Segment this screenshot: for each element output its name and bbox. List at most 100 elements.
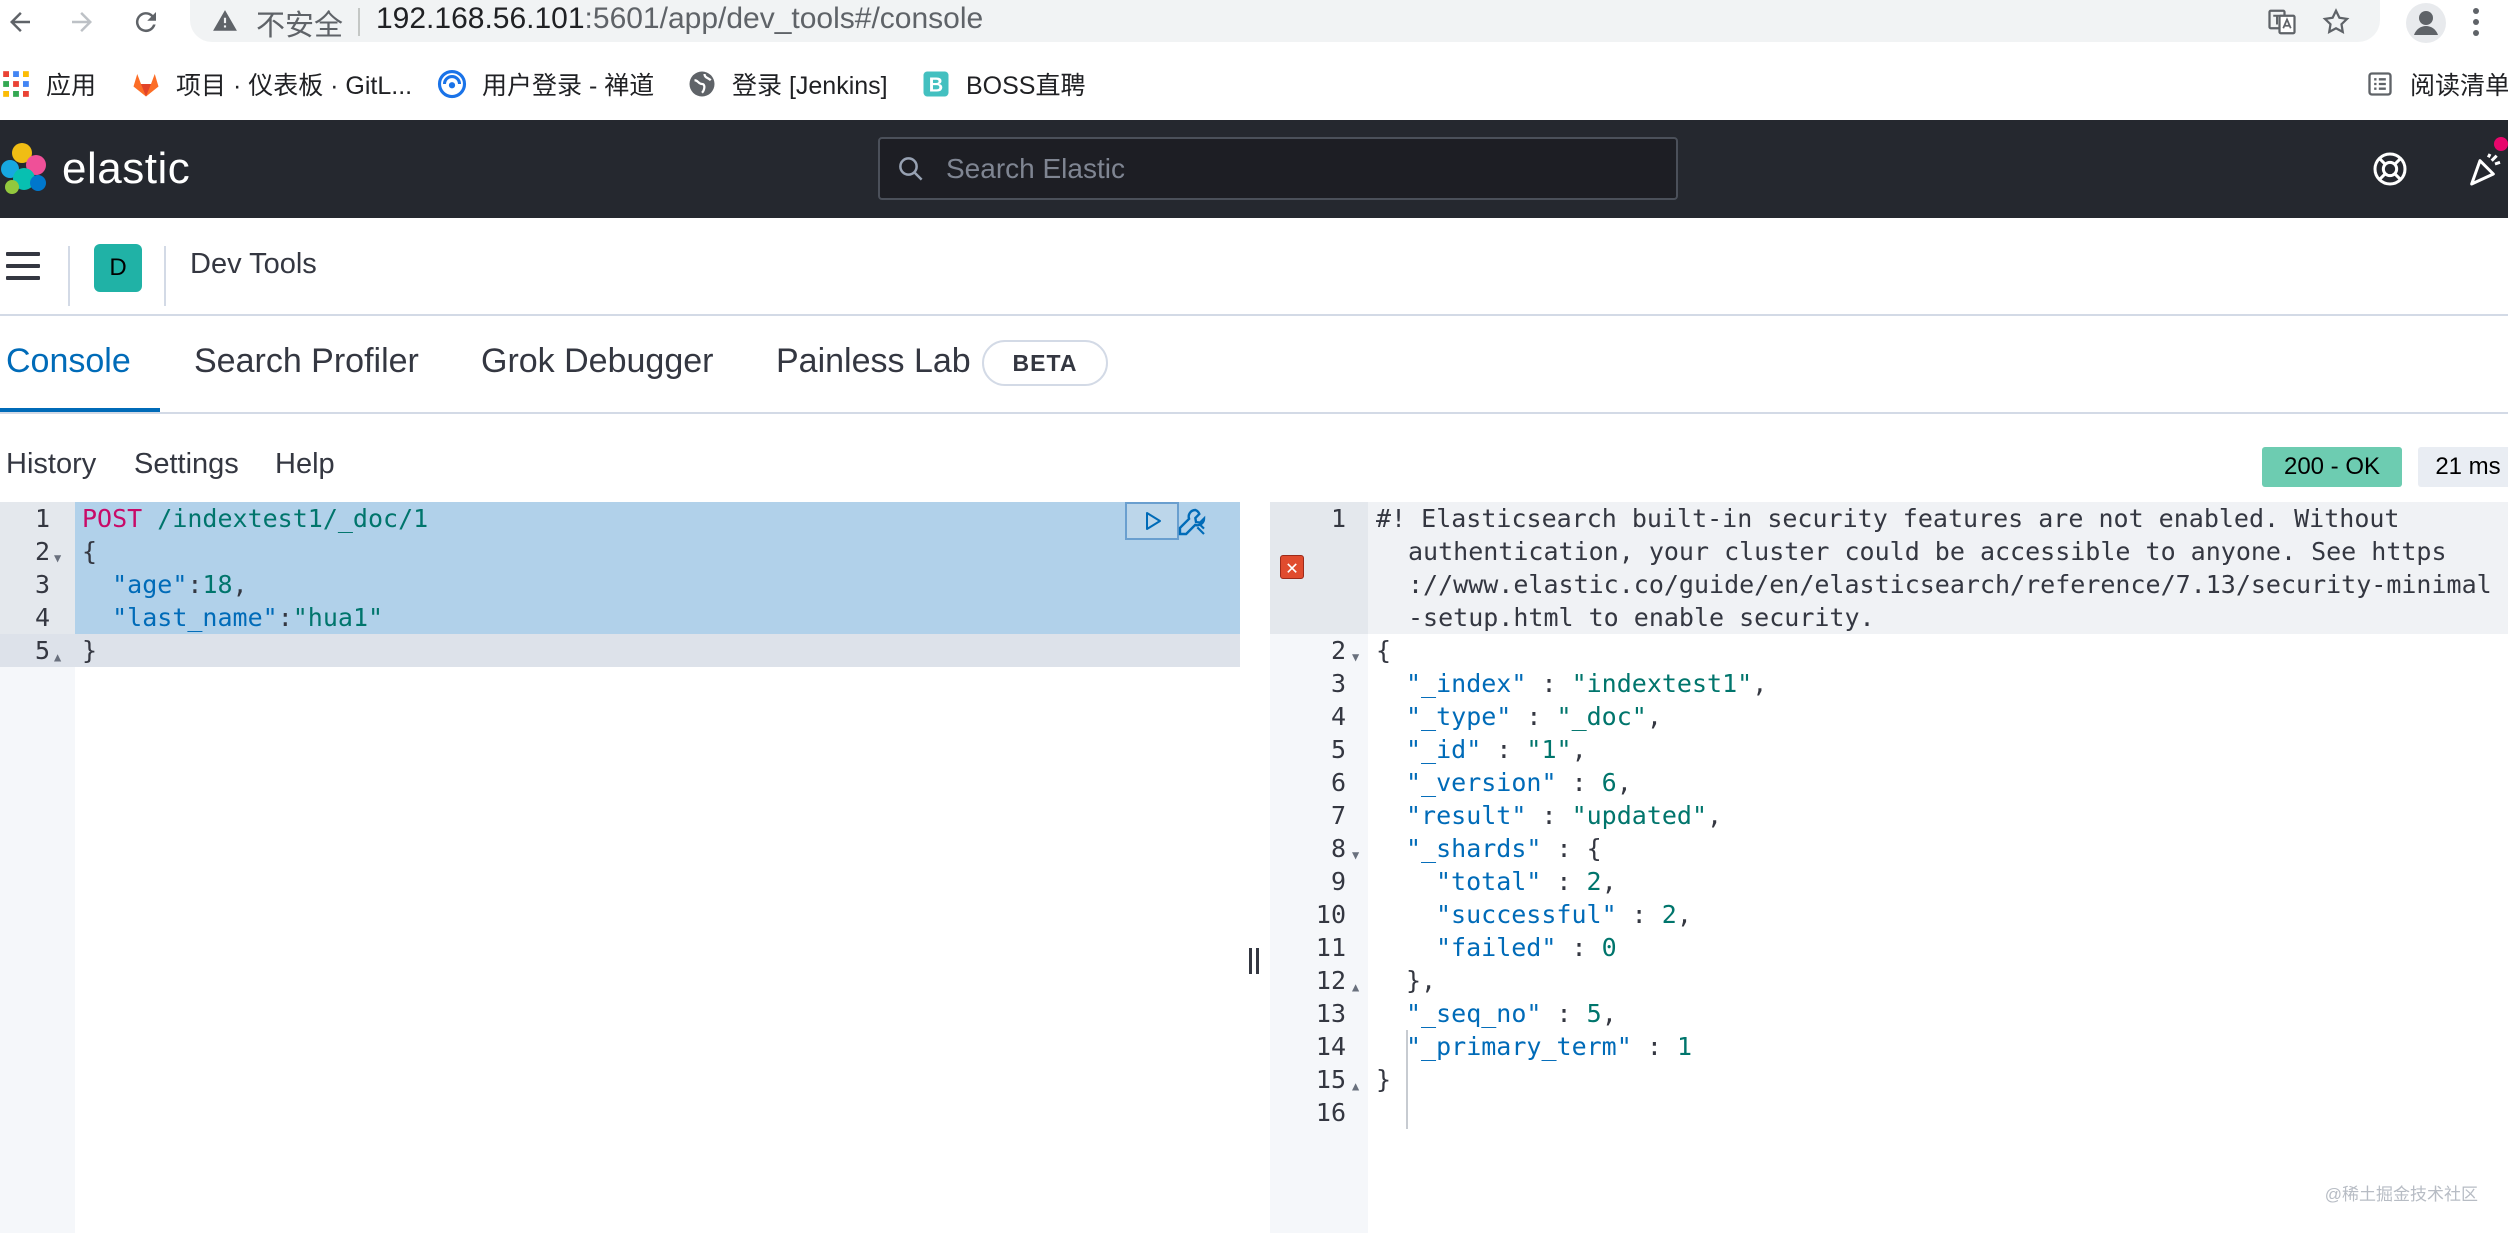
json-colon: :	[1631, 1032, 1677, 1061]
error-marker-icon[interactable]: ✕	[1280, 555, 1304, 579]
fold-toggle-icon[interactable]: ▲	[1352, 971, 1359, 1004]
nav-menu-button[interactable]	[6, 252, 40, 280]
party-popper-icon	[2470, 153, 2501, 186]
help-menu-button[interactable]	[2370, 149, 2410, 189]
fold-toggle-icon[interactable]: ▲	[1352, 1070, 1359, 1103]
grip-line	[1256, 948, 1259, 974]
tab-grok-debugger[interactable]: Grok Debugger	[481, 342, 713, 381]
url-path: :5601/app/dev_tools#/console	[584, 2, 984, 35]
json-colon: :	[1616, 900, 1662, 929]
tab-search-profiler[interactable]: Search Profiler	[194, 342, 419, 381]
tab-console[interactable]: Console	[6, 342, 131, 381]
request-path: /indextest1/_doc/1	[142, 504, 429, 533]
globe-icon	[686, 68, 718, 100]
translate-button[interactable]	[2264, 4, 2300, 40]
line-number: 2	[34, 537, 50, 566]
news-feed-button[interactable]	[2465, 147, 2505, 191]
json-colon: :	[1526, 801, 1572, 830]
search-input[interactable]	[944, 147, 1648, 191]
breadcrumb[interactable]: Dev Tools	[190, 248, 317, 281]
warning-icon	[213, 10, 237, 31]
json-value: 5	[1586, 999, 1602, 1028]
line-number: 5	[34, 636, 50, 665]
bookmark-apps[interactable]: 应用	[0, 66, 96, 102]
space-avatar[interactable]: D	[94, 244, 142, 292]
resize-grip-icon[interactable]	[1249, 948, 1261, 974]
line-number: 8	[1330, 834, 1346, 863]
global-search[interactable]	[878, 137, 1678, 200]
json-comma: ,	[1616, 768, 1632, 797]
bookmark-gitlab[interactable]: 项目 · 仪表板 · GitL...	[130, 66, 412, 102]
brand-name: elastic	[62, 144, 191, 193]
json-key: "_index"	[1406, 669, 1527, 698]
security-label[interactable]: 不安全	[256, 2, 343, 44]
bookmark-zentao[interactable]: 用户登录 - 禅道	[436, 66, 654, 102]
json-value: 2	[1586, 867, 1602, 896]
pane-resizer[interactable]	[1240, 502, 1270, 1233]
code-line: }	[1376, 1065, 1392, 1094]
line-number: 10	[1315, 900, 1346, 929]
bookmark-label: 用户登录 - 禅道	[482, 72, 655, 100]
back-button[interactable]	[0, 2, 40, 42]
kibana-header: elastic	[0, 120, 2508, 218]
line-number: 2	[1330, 636, 1346, 665]
response-output[interactable]: ✕ 1 #! Elasticsearch built-in security f…	[1270, 502, 2508, 1233]
code-line[interactable]: "last_name":"hua1"	[82, 601, 383, 634]
json-comma: ,	[1707, 801, 1723, 830]
json-value: 1	[1676, 1032, 1692, 1061]
fold-toggle-icon[interactable]: ▲	[54, 641, 61, 674]
line-number: 15	[1315, 1065, 1346, 1094]
json-value: {	[1586, 834, 1602, 863]
forward-button[interactable]	[62, 2, 102, 42]
json-key: "successful"	[1436, 900, 1617, 929]
help-link[interactable]: Help	[275, 448, 335, 481]
code-line: "_type" : "_doc",	[1406, 700, 1662, 733]
json-comma: ,	[1646, 702, 1662, 731]
fold-toggle-icon[interactable]: ▼	[1352, 641, 1359, 674]
gitlab-icon	[130, 68, 162, 100]
send-request-button[interactable]	[1125, 502, 1179, 540]
zentao-icon	[436, 68, 468, 100]
history-link[interactable]: History	[6, 448, 96, 481]
code-line: "total" : 2,	[1436, 865, 1617, 898]
code-line[interactable]: }	[82, 634, 97, 667]
address-bar[interactable]: 不安全 192.168.56.101:5601/app/dev_tools#/c…	[190, 0, 2380, 42]
json-key: "result"	[1406, 801, 1527, 830]
settings-link[interactable]: Settings	[134, 448, 239, 481]
console-toolbar: History Settings Help 200 - OK 21 ms	[0, 414, 2508, 500]
json-colon: :	[277, 603, 293, 632]
code-line[interactable]: "age":18,	[82, 568, 248, 601]
browser-menu-button[interactable]	[2466, 2, 2486, 42]
json-colon: :	[1541, 834, 1587, 863]
tab-painless-lab[interactable]: Painless Lab	[776, 342, 971, 381]
beta-badge: BETA	[982, 340, 1108, 386]
active-line-highlight	[0, 634, 1240, 667]
fold-toggle-icon[interactable]: ▼	[1352, 839, 1359, 872]
reading-list-button[interactable]: 阅读清单	[2364, 66, 2508, 102]
elastic-home-link[interactable]: elastic	[0, 142, 190, 196]
reload-button[interactable]	[126, 2, 166, 42]
request-editor[interactable]: 1 POST /indextest1/_doc/1 2 ▼ { 3 "age":…	[0, 502, 1240, 1233]
boss-icon: B	[920, 68, 952, 100]
code-line[interactable]: {	[82, 535, 97, 568]
bookmarks-bar: 应用 项目 · 仪表板 · GitL... 用户登录 - 禅道 登录 [Jenk…	[0, 48, 2508, 120]
divider	[68, 246, 70, 306]
fold-toggle-icon[interactable]: ▼	[54, 542, 61, 575]
bookmark-jenkins[interactable]: 登录 [Jenkins]	[686, 66, 888, 102]
request-actions-button[interactable]	[1174, 504, 1210, 540]
line-number: 5	[1330, 735, 1346, 764]
line-number: 6	[1330, 768, 1346, 797]
code-line: "result" : "updated",	[1406, 799, 1722, 832]
arrow-right-icon	[72, 12, 92, 32]
play-icon	[1146, 512, 1161, 530]
elastic-logo-icon	[1, 143, 46, 194]
code-line: "_shards" : {	[1406, 832, 1602, 865]
watermark: @稀土掘金技术社区	[2324, 1185, 2478, 1204]
json-colon: :	[1511, 702, 1557, 731]
json-comma: ,	[1752, 669, 1768, 698]
url-text[interactable]: 192.168.56.101:5601/app/dev_tools#/conso…	[376, 2, 983, 36]
bookmark-star-button[interactable]	[2318, 4, 2354, 40]
profile-avatar[interactable]	[2406, 3, 2446, 43]
code-line[interactable]: POST /indextest1/_doc/1	[82, 502, 428, 535]
bookmark-boss[interactable]: B BOSS直聘	[920, 66, 1085, 102]
